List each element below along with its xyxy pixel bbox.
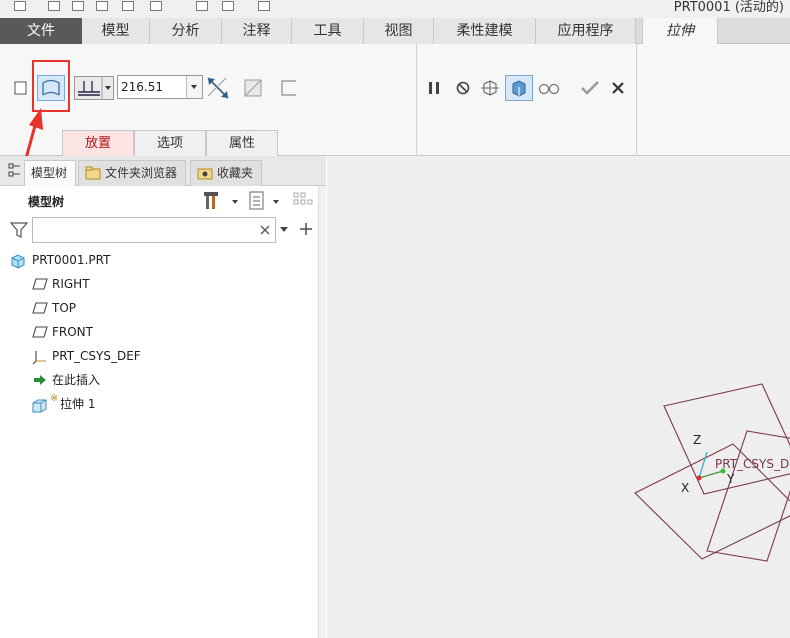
dynamic-preview-icon[interactable]: [505, 75, 533, 101]
regenerate-icon[interactable]: [196, 1, 208, 11]
navigator-tabs: 模型树 文件夹浏览器 收藏夹: [0, 156, 326, 186]
model-tree-heading: 模型树: [28, 195, 65, 209]
tree-search-input[interactable]: [32, 217, 276, 243]
tab-flexible-modeling[interactable]: 柔性建模: [434, 18, 536, 44]
tab-view[interactable]: 视图: [364, 18, 434, 44]
favorites-folder-icon: [197, 168, 213, 180]
subtab-options[interactable]: 选项: [134, 130, 206, 156]
thicken-icon[interactable]: [280, 79, 298, 97]
depth-value: 216.51: [121, 80, 163, 94]
csys-label: PRT_CSYS_DEF: [715, 457, 790, 471]
filter-funnel-icon[interactable]: [10, 222, 28, 238]
model-tree: PRT0001.PRT RIGHT TOP FRONT PRT_CSYS_DEF…: [0, 248, 318, 638]
tree-filter-grid-icon[interactable]: [292, 191, 316, 211]
extrude-icon: [32, 399, 47, 413]
quick-access-toolbar: PRT0001 (活动的): [0, 0, 790, 18]
tree-node-label: 拉伸 1: [60, 397, 96, 411]
tab-model-tree[interactable]: 模型树: [24, 160, 76, 186]
windows-icon[interactable]: [222, 1, 234, 11]
save-icon[interactable]: [96, 1, 108, 11]
axis-z-label: Z: [693, 433, 701, 447]
tab-favorites[interactable]: 收藏夹: [190, 160, 262, 186]
tree-settings-icon[interactable]: [204, 190, 244, 212]
tab-file[interactable]: 文件: [0, 18, 82, 44]
verify-glasses-icon[interactable]: [538, 79, 560, 97]
depth-value-input[interactable]: 216.51: [117, 75, 203, 99]
new-file-icon[interactable]: [48, 1, 60, 11]
close-window-icon[interactable]: [258, 1, 270, 11]
separate-preview-icon[interactable]: [480, 78, 500, 98]
redo-icon[interactable]: [150, 1, 162, 11]
tree-node-label: PRT0001.PRT: [32, 253, 111, 267]
no-preview-icon[interactable]: [455, 80, 471, 96]
datum-plane-icon: [32, 278, 48, 290]
datum-plane-icon: [32, 302, 48, 314]
depth-dropdown[interactable]: [186, 76, 202, 98]
subtab-placement[interactable]: 放置: [62, 130, 134, 156]
pause-icon[interactable]: [426, 80, 442, 96]
tab-analysis[interactable]: 分析: [150, 18, 222, 44]
tab-applications[interactable]: 应用程序: [536, 18, 636, 44]
axis-y-label: Y: [726, 472, 735, 486]
navigator-panel: 模型树 文件夹浏览器 收藏夹 模型树 PRT0001.PRT RIGHT TOP…: [0, 156, 326, 638]
app-icon[interactable]: [14, 1, 26, 11]
tree-node-label: RIGHT: [52, 277, 90, 291]
tab-favorites-label: 收藏夹: [217, 166, 254, 180]
csys-origin-x: [696, 475, 702, 481]
tab-folder-browser-label: 文件夹浏览器: [105, 166, 178, 180]
confirm-check-icon[interactable]: [580, 79, 600, 97]
search-options-chevron-icon[interactable]: [279, 226, 289, 234]
depth-option-icon[interactable]: [74, 76, 114, 100]
extrude-dashboard: 216.51 放置 选项 属性: [0, 44, 790, 156]
flip-direction-icon[interactable]: [206, 76, 230, 100]
tab-annotate[interactable]: 注释: [222, 18, 292, 44]
datum-plane-icon: [32, 326, 48, 338]
datum-planes-display: PRT_CSYS_DEF Z X Y: [634, 383, 790, 562]
part-icon: [11, 254, 25, 269]
undo-icon[interactable]: [122, 1, 134, 11]
subtab-properties[interactable]: 属性: [206, 130, 278, 156]
panel-toggle-icon[interactable]: [8, 163, 22, 177]
clear-search-icon[interactable]: [259, 224, 271, 236]
cancel-x-icon[interactable]: [611, 81, 625, 95]
axis-x-label: X: [681, 481, 689, 495]
tab-folder-browser[interactable]: 文件夹浏览器: [78, 160, 186, 186]
window-title: PRT0001 (活动的): [673, 0, 784, 15]
folder-icon: [85, 166, 101, 180]
extrude-solid-icon[interactable]: [14, 80, 28, 96]
show-columns-icon[interactable]: [248, 191, 284, 211]
panel-scrollbar[interactable]: [318, 186, 326, 638]
add-filter-icon[interactable]: [299, 222, 313, 236]
ribbon-tabs: 文件 模型 分析 注释 工具 视图 柔性建模 应用程序 拉伸: [0, 18, 790, 45]
tree-node-label: 在此插入: [52, 373, 101, 387]
graphics-viewport[interactable]: PRT_CSYS_DEF Z X Y: [327, 156, 790, 638]
tab-tools[interactable]: 工具: [292, 18, 364, 44]
chevron-down-icon: [191, 85, 197, 89]
tab-model[interactable]: 模型: [82, 18, 150, 44]
csys-icon: [32, 351, 46, 365]
tree-node-label: TOP: [52, 301, 77, 315]
tab-extrude[interactable]: 拉伸: [642, 18, 718, 45]
remove-material-icon[interactable]: [243, 78, 263, 98]
tree-node-label: PRT_CSYS_DEF: [52, 349, 141, 363]
open-file-icon[interactable]: [72, 1, 84, 11]
insert-arrow-icon: [34, 375, 46, 385]
new-feature-marker: ※: [50, 393, 59, 404]
tree-node-label: FRONT: [52, 325, 93, 339]
